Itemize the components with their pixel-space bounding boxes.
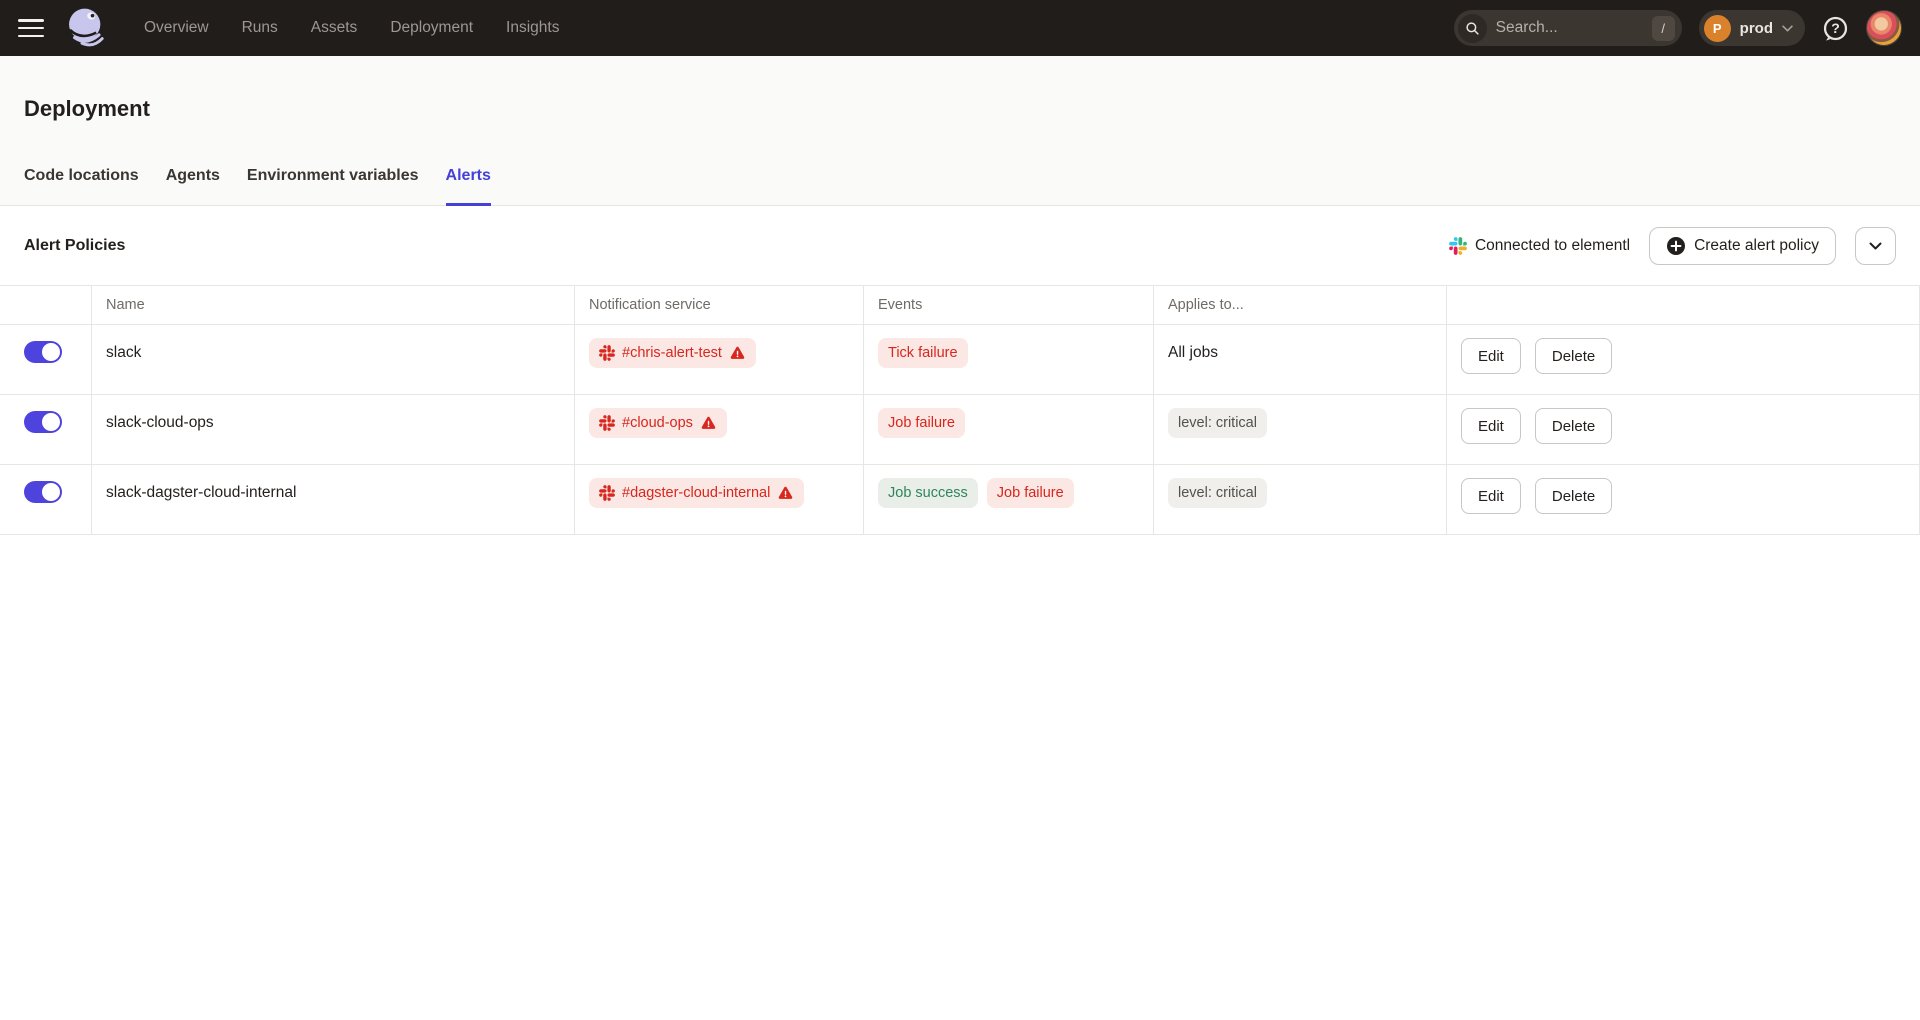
edit-button[interactable]: Edit — [1461, 478, 1521, 514]
alert-policies-header: Alert Policies Connected to elementl Cre — [0, 206, 1920, 285]
section-title: Alert Policies — [24, 237, 125, 255]
nav-item-overview[interactable]: Overview — [144, 19, 209, 37]
events-cell: Job success Job failure — [864, 465, 1154, 535]
alert-policies-table: Name Notification service Events Applies… — [0, 285, 1920, 535]
nav-item-assets[interactable]: Assets — [311, 19, 358, 37]
tab-alerts[interactable]: Alerts — [446, 167, 491, 205]
applies-to-cell: All jobs — [1154, 325, 1447, 395]
slack-connection-status: Connected to elementl — [1449, 237, 1630, 255]
channel-name: #cloud-ops — [622, 415, 693, 431]
policy-name: slack-dagster-cloud-internal — [106, 478, 296, 508]
slack-logo-icon — [599, 345, 615, 361]
menu-icon[interactable] — [18, 19, 44, 37]
policy-enabled-toggle[interactable] — [24, 341, 62, 363]
delete-button[interactable]: Delete — [1535, 478, 1612, 514]
search-input[interactable] — [1496, 19, 1652, 37]
table-row: slack-cloud-ops #cloud-ops — [0, 395, 1920, 465]
header-notification-service: Notification service — [575, 286, 864, 325]
header-applies-to: Applies to... — [1154, 286, 1447, 325]
policy-name: slack — [106, 338, 141, 368]
connection-status-text: Connected to elementl — [1475, 237, 1630, 255]
search-icon — [1458, 14, 1487, 43]
warning-triangle-icon — [729, 345, 746, 361]
toggle-knob — [41, 412, 61, 432]
applies-to-value: All jobs — [1168, 338, 1218, 368]
delete-button[interactable]: Delete — [1535, 338, 1612, 374]
dagster-logo-icon[interactable] — [64, 5, 110, 51]
header-actions-column — [1447, 286, 1920, 325]
slack-logo-icon — [599, 485, 615, 501]
table-header-row: Name Notification service Events Applies… — [0, 285, 1920, 325]
deployment-switcher[interactable]: P prod — [1699, 10, 1805, 46]
event-badge: Tick failure — [878, 338, 968, 368]
help-icon[interactable]: ? — [1822, 15, 1849, 42]
chevron-down-icon — [1782, 25, 1793, 32]
events-cell: Job failure — [864, 395, 1154, 465]
policy-enabled-toggle[interactable] — [24, 411, 62, 433]
applies-to-value: level: critical — [1168, 408, 1267, 438]
edit-button[interactable]: Edit — [1461, 338, 1521, 374]
primary-nav: Overview Runs Assets Deployment Insights — [144, 19, 559, 37]
page-header: Deployment Code locations Agents Environ… — [0, 56, 1920, 206]
slack-logo-icon — [1449, 237, 1467, 255]
delete-button[interactable]: Delete — [1535, 408, 1612, 444]
deployment-tabs: Code locations Agents Environment variab… — [24, 167, 1896, 205]
header-toggle-column — [0, 286, 92, 325]
alert-policies-table-body: slack #chris-alert-test — [0, 325, 1920, 535]
nav-item-deployment[interactable]: Deployment — [390, 19, 473, 37]
warning-triangle-icon — [777, 485, 794, 501]
tab-agents[interactable]: Agents — [166, 167, 220, 205]
event-badge: Job failure — [987, 478, 1074, 508]
top-navigation: Overview Runs Assets Deployment Insights… — [0, 0, 1920, 56]
channel-name: #dagster-cloud-internal — [622, 485, 770, 501]
plus-circle-icon — [1666, 236, 1686, 256]
channel-name: #chris-alert-test — [622, 345, 722, 361]
create-alert-policy-more-button[interactable] — [1855, 227, 1896, 265]
notification-channel-badge: #cloud-ops — [589, 408, 727, 438]
table-row: slack #chris-alert-test — [0, 325, 1920, 395]
search-box[interactable]: / — [1454, 10, 1682, 46]
page-title: Deployment — [24, 56, 1896, 122]
applies-to-value: level: critical — [1168, 478, 1267, 508]
notification-channel-badge: #dagster-cloud-internal — [589, 478, 804, 508]
chevron-down-icon — [1869, 242, 1882, 250]
search-shortcut-key: / — [1652, 16, 1675, 41]
tab-code-locations[interactable]: Code locations — [24, 167, 139, 205]
nav-item-runs[interactable]: Runs — [242, 19, 278, 37]
applies-to-cell: level: critical — [1154, 465, 1447, 535]
slack-logo-icon — [599, 415, 615, 431]
user-avatar[interactable] — [1866, 10, 1902, 46]
create-alert-policy-button[interactable]: Create alert policy — [1649, 227, 1836, 265]
event-badge: Job success — [878, 478, 978, 508]
svg-text:?: ? — [1831, 20, 1840, 36]
event-badge: Job failure — [878, 408, 965, 438]
header-name: Name — [92, 286, 575, 325]
toggle-knob — [41, 482, 61, 502]
policy-name: slack-cloud-ops — [106, 408, 214, 438]
policy-enabled-toggle[interactable] — [24, 481, 62, 503]
table-row: slack-dagster-cloud-internal #dagster-cl… — [0, 465, 1920, 535]
warning-triangle-icon — [700, 415, 717, 431]
deployment-name: prod — [1740, 20, 1773, 37]
tab-environment-variables[interactable]: Environment variables — [247, 167, 419, 205]
nav-item-insights[interactable]: Insights — [506, 19, 559, 37]
applies-to-cell: level: critical — [1154, 395, 1447, 465]
deployment-avatar: P — [1704, 15, 1731, 42]
header-events: Events — [864, 286, 1154, 325]
toggle-knob — [41, 342, 61, 362]
events-cell: Tick failure — [864, 325, 1154, 395]
edit-button[interactable]: Edit — [1461, 408, 1521, 444]
notification-channel-badge: #chris-alert-test — [589, 338, 756, 368]
